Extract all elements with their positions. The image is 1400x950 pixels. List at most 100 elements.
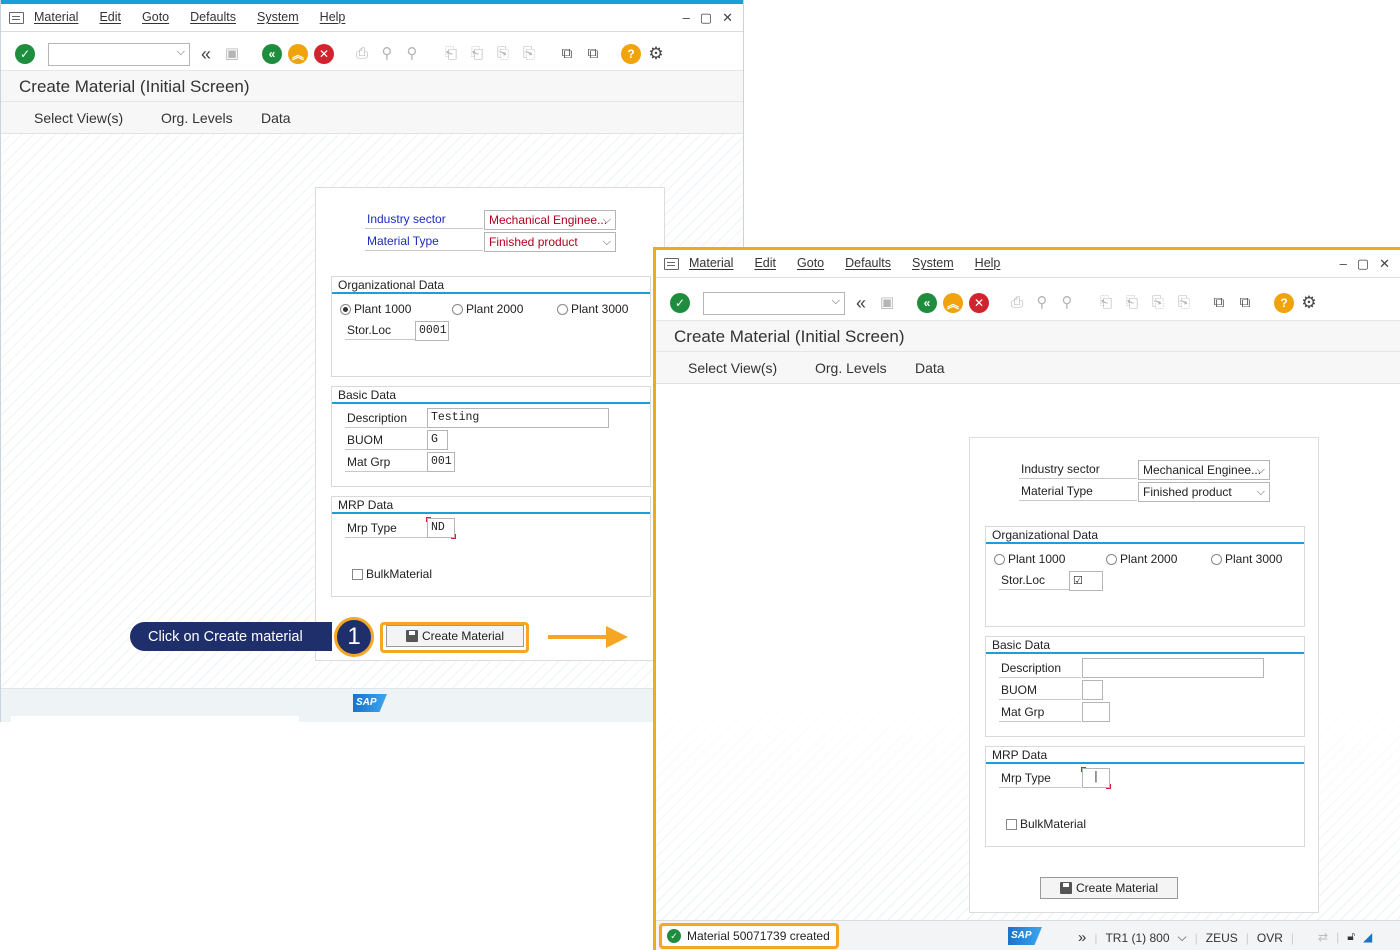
search-help-icon[interactable]: ☑ [1073,574,1083,587]
shortcut-icon[interactable]: ⧉ [584,45,602,63]
chevron-down-icon[interactable]: ⌵ [832,295,840,308]
exit-icon[interactable]: ︽ [288,44,308,64]
last-page-icon[interactable]: ⎘ [1175,294,1193,312]
plant-1000-radio[interactable]: Plant 1000 [340,302,411,316]
help-icon[interactable]: ? [621,44,641,64]
save-icon[interactable]: ▣ [878,294,896,312]
menu-edit[interactable]: Edit [754,256,776,270]
menu-material[interactable]: Material [689,256,733,270]
command-input[interactable] [49,44,167,65]
exit-icon[interactable]: ︽ [943,293,963,313]
status-message[interactable]: ✓ Material 50071739 created [659,923,839,949]
plant-3000-radio[interactable]: Plant 3000 [1211,552,1282,566]
close-icon[interactable]: ✕ [1379,256,1390,272]
org-levels-button[interactable]: Org. Levels [815,360,887,376]
instruction-callout: Click on Create material [130,622,332,651]
next-page-icon[interactable]: ⎘ [1149,294,1167,312]
print-icon[interactable]: ⎙ [1008,294,1026,312]
previous-page-icon[interactable]: ⎗ [1123,294,1141,312]
maximize-icon[interactable]: ▢ [1357,256,1369,272]
industry-sector-select[interactable]: Mechanical Enginee... ⌵ [1138,460,1270,480]
unlock-icon[interactable]: 🔓︎ [1347,929,1355,944]
first-page-icon[interactable]: ⎗ [1097,294,1115,312]
system-client[interactable]: TR1 (1) 800 [1105,931,1169,945]
stor-loc-field[interactable]: ☑ [1069,571,1103,591]
menu-goto[interactable]: Goto [142,10,169,24]
material-type-select[interactable]: Finished product ⌵ [484,232,616,252]
create-session-icon[interactable]: ⧉ [558,45,576,63]
gear-icon[interactable]: ⚙ [647,45,665,63]
status-bar: ✓ Material 50071739 created SAP » | TR1 … [656,920,1400,950]
double-chevron-left-icon[interactable]: « [197,45,215,63]
find-icon[interactable]: ⚲ [1033,294,1051,312]
menu-help[interactable]: Help [975,256,1001,270]
description-field[interactable] [1082,658,1264,678]
buom-label: BUOM [345,432,427,450]
menu-help[interactable]: Help [320,10,346,24]
industry-sector-select[interactable]: Mechanical Enginee... ⌵ [484,210,616,230]
resize-corner-icon[interactable]: ◢ [1363,930,1372,944]
data-button[interactable]: Data [915,360,945,376]
last-page-icon[interactable]: ⎘ [520,45,538,63]
cancel-icon[interactable]: ✕ [969,293,989,313]
create-session-icon[interactable]: ⧉ [1210,294,1228,312]
plant-3000-radio[interactable]: Plant 3000 [557,302,628,316]
find-next-icon[interactable]: ⚲ [1058,294,1076,312]
double-chevron-right-icon[interactable]: » [1078,929,1086,946]
maximize-icon[interactable]: ▢ [700,10,712,26]
description-label: Description [345,410,427,428]
command-field[interactable]: ⌵ [48,43,190,66]
chevron-down-icon[interactable]: ⌵ [177,46,185,59]
select-views-button[interactable]: Select View(s) [688,360,777,376]
back-icon[interactable]: « [917,293,937,313]
cancel-icon[interactable]: ✕ [314,44,334,64]
command-field[interactable]: ⌵ [703,292,845,315]
shortcut-icon[interactable]: ⧉ [1236,294,1254,312]
save-icon[interactable]: ▣ [223,45,241,63]
back-icon[interactable]: « [262,44,282,64]
description-field[interactable]: Testing [427,408,609,428]
menu-defaults[interactable]: Defaults [845,256,891,270]
find-next-icon[interactable]: ⚲ [403,45,421,63]
buom-field[interactable] [1082,680,1103,700]
mat-grp-field[interactable] [1082,702,1110,722]
stor-loc-field[interactable]: 0001 [415,321,449,341]
enter-check-icon[interactable]: ✓ [670,293,690,313]
minimize-icon[interactable]: – [683,10,690,26]
command-input[interactable] [704,293,822,314]
menu-icon[interactable] [664,258,679,270]
org-levels-button[interactable]: Org. Levels [161,110,233,126]
menu-icon[interactable] [9,12,24,24]
next-page-icon[interactable]: ⎘ [494,45,512,63]
plant-2000-radio[interactable]: Plant 2000 [1106,552,1177,566]
menu-system[interactable]: System [912,256,954,270]
transfer-icon[interactable]: ⇄ [1318,930,1328,944]
chevron-down-icon[interactable]: ⌵ [1178,930,1187,945]
mat-grp-field[interactable]: 001 [427,452,455,472]
enter-check-icon[interactable]: ✓ [15,44,35,64]
gear-icon[interactable]: ⚙ [1300,294,1318,312]
close-icon[interactable]: ✕ [722,10,733,26]
select-views-button[interactable]: Select View(s) [34,110,123,126]
menu-defaults[interactable]: Defaults [190,10,236,24]
double-chevron-left-icon[interactable]: « [852,294,870,312]
buom-field[interactable]: G [427,430,448,450]
bulk-material-checkbox[interactable]: BulkMaterial [1006,817,1086,831]
plant-1000-radio[interactable]: Plant 1000 [994,552,1065,566]
menu-goto[interactable]: Goto [797,256,824,270]
data-button[interactable]: Data [261,110,291,126]
menu-edit[interactable]: Edit [99,10,121,24]
find-icon[interactable]: ⚲ [378,45,396,63]
help-icon[interactable]: ? [1274,293,1294,313]
menu-material[interactable]: Material [34,10,78,24]
previous-page-icon[interactable]: ⎗ [468,45,486,63]
menu-system[interactable]: System [257,10,299,24]
create-material-button[interactable]: Create Material [1040,877,1178,899]
print-icon[interactable]: ⎙ [353,45,371,63]
insert-mode[interactable]: OVR [1257,931,1283,945]
minimize-icon[interactable]: – [1340,256,1347,272]
bulk-material-checkbox[interactable]: BulkMaterial [352,567,432,581]
first-page-icon[interactable]: ⎗ [442,45,460,63]
plant-2000-radio[interactable]: Plant 2000 [452,302,523,316]
material-type-select[interactable]: Finished product ⌵ [1138,482,1270,502]
